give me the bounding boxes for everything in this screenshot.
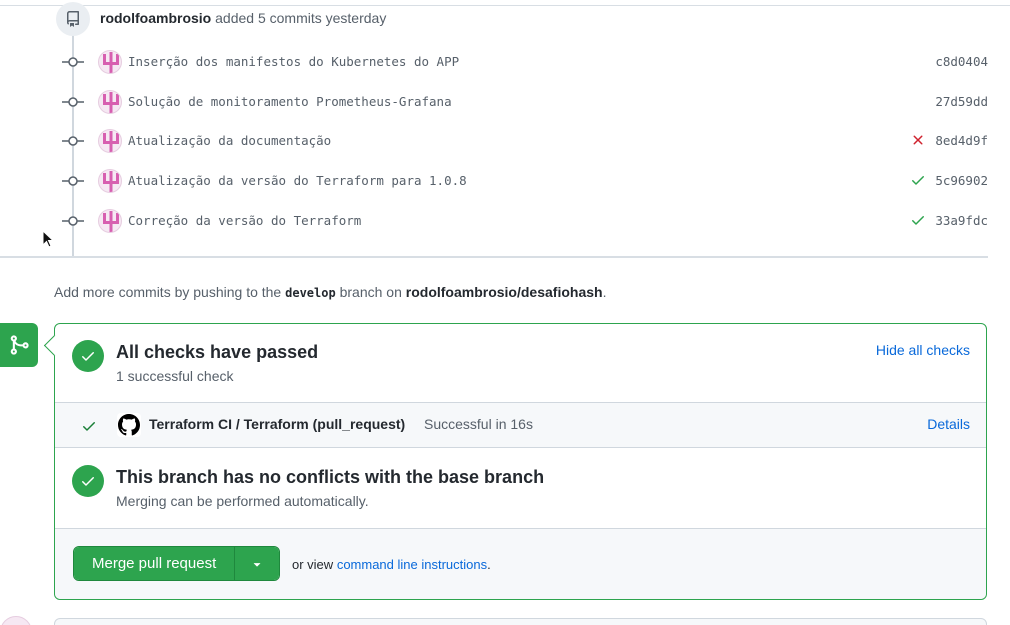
checks-subtitle: 1 successful check	[116, 368, 234, 384]
comment-box-edge	[54, 618, 987, 625]
git-commit-icon	[62, 214, 84, 228]
hint-prefix: Add more commits by pushing to the	[54, 284, 282, 300]
conflicts-title: This branch has no conflicts with the ba…	[116, 467, 545, 487]
commit-row: Atualização da versão do Terraform para …	[62, 166, 988, 196]
git-commit-icon	[62, 95, 84, 109]
triangle-down-icon	[253, 562, 261, 567]
conflicts-subtitle: Merging can be performed automatically.	[116, 493, 369, 509]
hint-middle: branch on	[339, 284, 402, 300]
check-icon	[82, 477, 94, 486]
conflicts-status-circle	[72, 465, 104, 497]
merge-method-dropdown-button[interactable]	[234, 547, 280, 580]
commit-message-link[interactable]: Correção da versão do Terraform	[128, 213, 361, 228]
commit-message-link[interactable]: Atualização da documentação	[128, 133, 331, 148]
merge-button-group: Merge pull request	[73, 546, 281, 581]
commit-author-avatar[interactable]	[98, 169, 122, 193]
commit-author-avatar[interactable]	[98, 90, 122, 114]
commit-sha-link[interactable]: 5c96902	[935, 173, 988, 188]
check-status-failure-icon[interactable]	[910, 132, 926, 148]
checks-title: All checks have passed	[116, 342, 319, 362]
or-view-text: or view command line instructions.	[292, 557, 491, 572]
github-icon	[118, 414, 140, 436]
mouse-cursor	[42, 229, 56, 253]
merge-footer: Merge pull request or view command line …	[55, 528, 986, 599]
merge-box: All checks have passed 1 successful chec…	[54, 323, 987, 600]
commit-message-link[interactable]: Solução de monitoramento Prometheus-Graf…	[128, 94, 452, 109]
check-status-success-icon[interactable]	[910, 172, 926, 188]
git-commit-icon	[62, 174, 84, 188]
command-line-instructions-link[interactable]: command line instructions	[337, 557, 487, 572]
commit-row: Atualização da documentação 8ed4d9f	[62, 126, 988, 156]
github-actions-logo	[117, 413, 141, 437]
checks-status-circle	[72, 340, 104, 372]
timeline-divider	[0, 256, 988, 258]
commit-row: Inserção dos manifestos do Kubernetes do…	[62, 47, 988, 77]
check-status-success-icon[interactable]	[910, 212, 926, 228]
check-name: Terraform CI / Terraform (pull_request)	[149, 416, 406, 432]
hint-repo-name: rodolfoambrosio/desafiohash	[405, 284, 603, 300]
commit-sha-link[interactable]: 8ed4d9f	[935, 133, 988, 148]
commit-author-avatar[interactable]	[98, 129, 122, 153]
merge-pull-request-button[interactable]: Merge pull request	[74, 547, 235, 580]
commit-author-avatar[interactable]	[98, 209, 122, 233]
push-author-link[interactable]: rodolfoambrosio	[100, 10, 211, 26]
push-event-header: rodolfoambrosio added 5 commits yesterda…	[100, 10, 386, 26]
hide-all-checks-link[interactable]: Hide all checks	[876, 342, 970, 358]
add-commits-hint: Add more commits by pushing to the devel…	[54, 284, 606, 300]
commit-sha-link[interactable]: 33a9fdc	[935, 213, 988, 228]
check-details-link[interactable]: Details	[927, 416, 970, 432]
merge-status-tab	[0, 323, 38, 367]
bottom-avatar	[0, 616, 32, 625]
or-view-suffix: .	[487, 557, 491, 572]
repo-push-icon	[67, 11, 79, 27]
check-success-icon	[83, 422, 95, 431]
commit-message-link[interactable]: Atualização da versão do Terraform para …	[128, 173, 467, 188]
or-view-label: or view	[292, 557, 334, 572]
commit-row: Solução de monitoramento Prometheus-Graf…	[62, 87, 988, 117]
hint-suffix: .	[602, 284, 607, 300]
top-border	[0, 0, 1010, 6]
git-commit-icon	[62, 134, 84, 148]
hint-branch-name: develop	[285, 286, 336, 300]
git-merge-icon	[10, 335, 29, 355]
commit-sha-link[interactable]: c8d0404	[935, 54, 988, 69]
git-commit-icon	[62, 55, 84, 69]
push-action-text: added 5 commits yesterday	[215, 10, 387, 26]
commit-message-link[interactable]: Inserção dos manifestos do Kubernetes do…	[128, 54, 459, 69]
commit-row: Correção da versão do Terraform 33a9fdc	[62, 206, 988, 236]
commit-sha-link[interactable]: 27d59dd	[935, 94, 988, 109]
check-icon	[82, 352, 94, 361]
check-status-text: Successful in 16s	[424, 416, 533, 432]
commit-author-avatar[interactable]	[98, 50, 122, 74]
push-event-badge	[56, 2, 90, 36]
check-row: Terraform CI / Terraform (pull_request) …	[55, 402, 986, 448]
